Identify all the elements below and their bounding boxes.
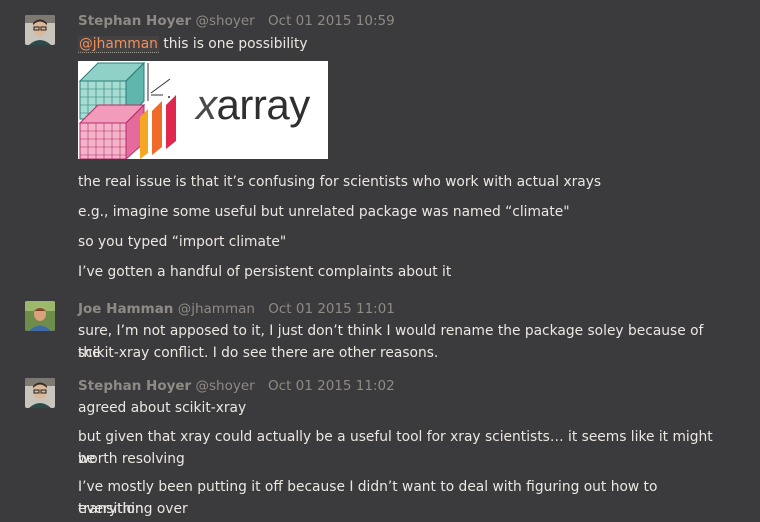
author-handle[interactable]: @shoyer bbox=[196, 13, 255, 29]
message-text: the real issue is that it’s confusing fo… bbox=[78, 174, 602, 190]
author-name[interactable]: Stephan Hoyer bbox=[78, 378, 191, 394]
message-text: agreed about scikit-xray bbox=[78, 400, 247, 416]
message-header: Stephan Hoyer @shoyer Oct 01 2015 10:59 bbox=[78, 12, 395, 30]
message-timestamp[interactable]: Oct 01 2015 11:02 bbox=[268, 378, 395, 394]
message-text: e.g., imagine some useful but unrelated … bbox=[78, 204, 570, 220]
message-text: worth resolving bbox=[78, 451, 185, 467]
message-header: Stephan Hoyer @shoyer Oct 01 2015 11:02 bbox=[78, 377, 395, 395]
message-text: scikit-xray conflict. I do see there are… bbox=[78, 345, 439, 361]
author-handle[interactable]: @shoyer bbox=[196, 378, 255, 394]
message-timestamp[interactable]: Oct 01 2015 11:01 bbox=[268, 301, 395, 317]
avatar-stephan-hoyer[interactable] bbox=[25, 378, 55, 408]
author-handle[interactable]: @jhamman bbox=[178, 301, 255, 317]
author-name[interactable]: Joe Hamman bbox=[78, 301, 173, 317]
message-header: Joe Hamman @jhamman Oct 01 2015 11:01 bbox=[78, 300, 395, 318]
mention-link[interactable]: @jhamman bbox=[78, 36, 159, 53]
message-text: everything over bbox=[78, 501, 188, 517]
message-text-content: this is one possibility bbox=[163, 36, 308, 52]
avatar-joe-hamman[interactable] bbox=[25, 301, 55, 331]
message-text: I’ve gotten a handful of persistent comp… bbox=[78, 264, 452, 280]
author-name[interactable]: Stephan Hoyer bbox=[78, 13, 191, 29]
logo-wordmark: xarray bbox=[196, 81, 310, 128]
xarray-logo-image[interactable]: xarray bbox=[78, 61, 328, 159]
message-timestamp[interactable]: Oct 01 2015 10:59 bbox=[268, 13, 395, 29]
avatar-stephan-hoyer[interactable] bbox=[25, 15, 55, 45]
message-text: so you typed “import climate" bbox=[78, 234, 287, 250]
message-text: @jhamman this is one possibility bbox=[78, 33, 718, 55]
